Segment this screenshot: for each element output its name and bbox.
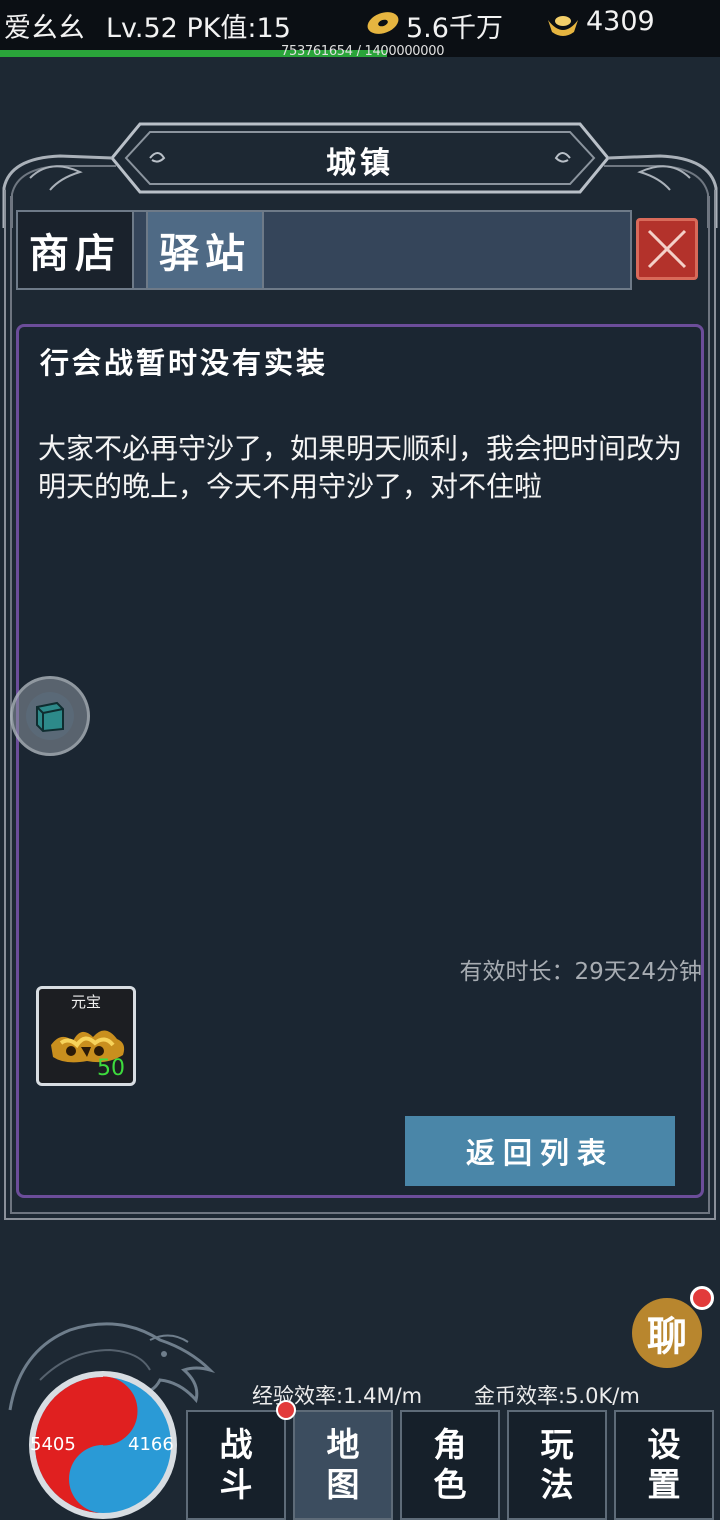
reward-item-count: 50 [97, 1056, 125, 1081]
nav-gameplay[interactable]: 玩 法 [507, 1410, 607, 1520]
chat-notification-dot [690, 1286, 714, 1310]
gold-rate: 金币效率:5.0K/m [474, 1384, 640, 1408]
close-button[interactable] [636, 218, 698, 280]
hp-value: 5405 [30, 1434, 76, 1455]
close-icon [647, 229, 687, 269]
map-notification-dot [276, 1400, 296, 1420]
tab-station[interactable]: 驿站 [146, 210, 264, 290]
exp-text: 753761654 / 1400000000 [281, 44, 445, 59]
message-body: 大家不必再守沙了，如果明天顺利，我会把时间改为明天的晚上，今天不用守沙了，对不住… [38, 432, 683, 503]
nav-settings[interactable]: 设 置 [614, 1410, 714, 1520]
back-to-list-button[interactable]: 返回列表 [405, 1116, 675, 1186]
top-status-bar: 爱幺幺 Lv.52 PK值:15 5.6千万 4309 [0, 0, 720, 50]
panel-title: 城镇 [326, 146, 394, 181]
player-name: 爱幺幺 [4, 13, 85, 44]
reward-item-name: 元宝 [70, 993, 101, 1011]
chat-button[interactable]: 聊 [632, 1298, 702, 1368]
message-title: 行会战暂时没有实装 [40, 346, 329, 380]
tab-shop[interactable]: 商店 [16, 210, 134, 290]
nav-battle[interactable]: 战 斗 [186, 1410, 286, 1520]
nav-map[interactable]: 地 图 [293, 1410, 393, 1520]
ingot-amount: 4309 [586, 6, 655, 37]
nav-character[interactable]: 角 色 [400, 1410, 500, 1520]
gold-coin-icon [367, 12, 399, 34]
mp-value: 4166 [128, 1434, 174, 1455]
ingot-icon [548, 16, 578, 36]
reward-item-slot[interactable]: 元宝 50 [36, 986, 136, 1086]
floating-menu-button[interactable] [10, 676, 90, 756]
gold-amount: 5.6千万 [406, 13, 503, 44]
validity-duration: 有效时长：29天24分钟 [459, 959, 702, 985]
cube-icon [36, 701, 64, 733]
level-pk-text: Lv.52 PK值:15 [106, 13, 291, 44]
